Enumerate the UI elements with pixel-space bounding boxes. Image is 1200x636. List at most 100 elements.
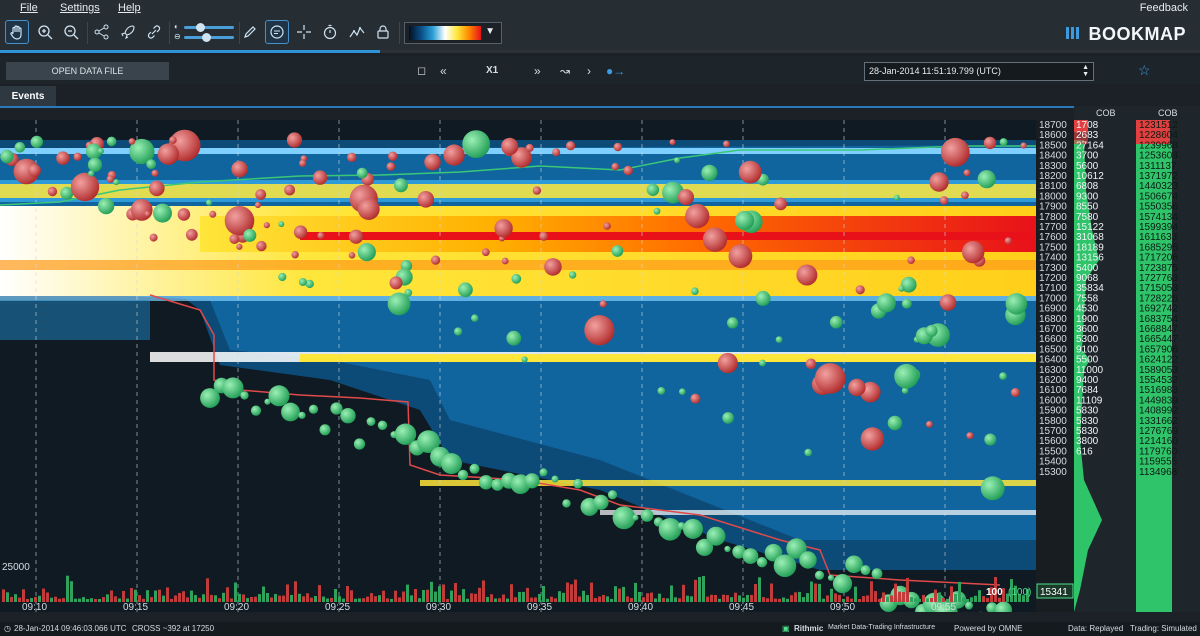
- volume-bar: [350, 590, 353, 602]
- trade-bubble: [940, 137, 970, 167]
- menu-settings[interactable]: Settings: [60, 2, 100, 14]
- trade-bubble: [14, 142, 26, 153]
- volume-bar: [746, 595, 749, 602]
- heatmap-color-selector[interactable]: ▼: [404, 22, 502, 44]
- rewind-icon[interactable]: «: [440, 64, 447, 78]
- rocket-button[interactable]: [116, 20, 140, 44]
- volume-bar: [74, 598, 77, 602]
- volume-bar: [982, 596, 985, 602]
- volume-bar: [662, 597, 665, 602]
- trade-bubble: [607, 490, 618, 500]
- trade-bubble: [898, 285, 905, 292]
- trade-bubble: [804, 448, 812, 457]
- volume-bar: [14, 594, 17, 602]
- time-label: 09:40: [628, 602, 653, 612]
- link-button[interactable]: [142, 20, 166, 44]
- stop-icon[interactable]: ◻: [417, 64, 426, 77]
- pencil-button[interactable]: [238, 20, 262, 44]
- volume-bar: [726, 595, 729, 602]
- volume-bar: [878, 598, 881, 602]
- volume-bar: [706, 596, 709, 602]
- zoom-in-icon: [38, 25, 53, 40]
- trade-bubble: [691, 287, 699, 295]
- volume-bar: [114, 596, 117, 602]
- zoom-in-button[interactable]: [33, 20, 57, 44]
- hand-tool-button[interactable]: [5, 20, 29, 44]
- trade-bubble: [521, 356, 528, 363]
- volume-bar: [278, 595, 281, 602]
- volume-bar: [974, 595, 977, 602]
- trade-bubble: [284, 184, 295, 196]
- volume-bar: [826, 595, 829, 602]
- volume-bar: [162, 595, 165, 602]
- trade-bubble: [759, 359, 766, 367]
- price-axis[interactable]: 1870018600185001840018300182001810018000…: [1036, 120, 1074, 612]
- share-button[interactable]: [90, 20, 114, 44]
- speed-label[interactable]: X1: [486, 65, 498, 76]
- trade-bubble: [97, 197, 115, 215]
- trade-bubble: [611, 162, 619, 171]
- indicator-button[interactable]: [345, 20, 369, 44]
- volume-bar: [138, 595, 141, 602]
- trade-bubble: [144, 210, 151, 218]
- volume-bar: [486, 597, 489, 602]
- volume-bar: [790, 595, 793, 602]
- volume-bar: [206, 578, 209, 602]
- volume-bar: [762, 597, 765, 602]
- pin-icon[interactable]: ☆: [1138, 62, 1151, 79]
- volume-bar: [702, 576, 705, 602]
- volume-bar: [430, 581, 433, 602]
- trade-bubble: [678, 189, 694, 206]
- trade-bubble: [1010, 388, 1020, 397]
- upper-slider-knob[interactable]: [196, 23, 205, 32]
- trade-bubble: [612, 506, 636, 530]
- volume-bar: [890, 595, 893, 602]
- skip-icon[interactable]: ↝: [560, 64, 570, 78]
- trade-bubble: [568, 271, 577, 279]
- status-cross: CROSS ~392 at 17250: [132, 624, 215, 633]
- volume-bar: [298, 593, 301, 602]
- menu-file[interactable]: File: [20, 2, 38, 14]
- volume-bar: [814, 583, 817, 602]
- spinner-icon[interactable]: ▲ ▼: [1082, 64, 1089, 78]
- trade-bubble: [963, 169, 971, 177]
- volume-bar: [462, 589, 465, 602]
- trade-bubble: [845, 555, 863, 574]
- volume-bar: [474, 593, 477, 602]
- trade-bubble: [551, 475, 559, 483]
- play-icon[interactable]: ›: [587, 64, 591, 78]
- trade-bubble: [653, 207, 661, 215]
- trade-bubble: [999, 372, 1007, 380]
- jump-to-live-icon[interactable]: ●→: [606, 64, 625, 78]
- trade-bubble: [674, 157, 680, 164]
- trade-bubble: [471, 314, 479, 322]
- trade-bubble: [240, 391, 249, 400]
- volume-bar: [654, 598, 657, 602]
- datetime-picker[interactable]: 28-Jan-2014 11:51:19.799 (UTC) ▲ ▼: [864, 62, 1094, 81]
- trade-bubble: [929, 172, 949, 192]
- lock-button[interactable]: [371, 20, 395, 44]
- chat-button[interactable]: [265, 20, 289, 44]
- trade-bubble: [742, 548, 759, 564]
- trade-bubble: [775, 336, 783, 343]
- time-label: 09:10: [22, 602, 47, 612]
- timer-button[interactable]: [318, 20, 342, 44]
- sensitivity-sliders[interactable]: ◐ ⊖: [174, 20, 236, 44]
- menu-help[interactable]: Help: [118, 2, 141, 14]
- trade-bubble: [962, 240, 985, 264]
- price-label: 15300: [1039, 467, 1067, 478]
- feedback-link[interactable]: Feedback: [1140, 2, 1188, 14]
- open-data-file-button[interactable]: OPEN DATA FILE: [6, 62, 169, 80]
- fast-forward-icon[interactable]: »: [534, 64, 541, 78]
- volume-bar: [238, 593, 241, 602]
- trade-bubble: [263, 222, 270, 229]
- crosshair-button[interactable]: [292, 20, 316, 44]
- upper-slider-track[interactable]: [184, 26, 234, 29]
- trade-bubble: [56, 151, 70, 165]
- zoom-out-button[interactable]: [59, 20, 83, 44]
- heatmap-chart[interactable]: 25000 100 (100) 09:10 09:15 09:20 09:25 09:3…: [0, 120, 1036, 612]
- trade-bubble: [939, 294, 957, 311]
- lower-slider-knob[interactable]: [202, 33, 211, 42]
- trade-bubble: [113, 179, 120, 186]
- tab-events[interactable]: Events: [0, 86, 56, 106]
